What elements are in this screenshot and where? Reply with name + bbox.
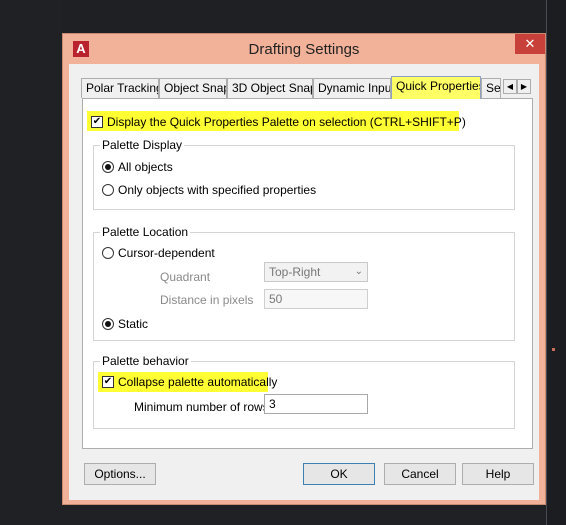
- options-button[interactable]: Options...: [84, 463, 156, 485]
- quick-properties-panel: ✔ Display the Quick Properties Palette o…: [82, 98, 533, 449]
- tab-label: Dynamic Input: [318, 81, 391, 95]
- all-objects-radio[interactable]: [102, 161, 114, 173]
- min-rows-input[interactable]: 3: [264, 394, 368, 414]
- background-bottom: [62, 505, 546, 525]
- quadrant-value: Top-Right: [269, 265, 321, 279]
- quadrant-label: Quadrant: [160, 270, 211, 284]
- tab-scroll-left-button[interactable]: ◀: [503, 79, 517, 94]
- close-icon: ✕: [524, 36, 536, 51]
- static-label: Static: [118, 317, 149, 331]
- background-marker: [552, 348, 555, 351]
- palette-behavior-title: Palette behavior: [100, 354, 191, 368]
- tab-label: Quick Properties: [396, 79, 481, 93]
- tab-label: Se: [486, 81, 501, 95]
- tab-object-snap[interactable]: Object Snap: [159, 78, 227, 98]
- collapse-checkbox[interactable]: ✔: [102, 376, 114, 388]
- tab-selection-cycling[interactable]: Se: [481, 78, 501, 98]
- display-palette-label: Display the Quick Properties Palette on …: [107, 115, 466, 129]
- tab-label: Polar Tracking: [86, 81, 159, 95]
- quadrant-select[interactable]: Top-Right ⌄: [264, 262, 368, 282]
- drafting-settings-dialog: A Drafting Settings ✕ Polar Tracking Obj…: [62, 33, 546, 505]
- collapse-label: Collapse palette automatically: [118, 375, 278, 389]
- tab-scroll-right-button[interactable]: ▶: [517, 79, 531, 94]
- ok-button[interactable]: OK: [303, 463, 375, 485]
- chevron-down-icon: ⌄: [354, 266, 363, 277]
- static-radio[interactable]: [102, 318, 114, 330]
- tab-quick-properties[interactable]: Quick Properties: [391, 76, 481, 99]
- background-right-panel: [546, 0, 566, 525]
- tab-polar-tracking[interactable]: Polar Tracking: [81, 78, 159, 98]
- checkmark-icon: ✔: [92, 116, 102, 127]
- distance-input[interactable]: 50: [264, 289, 368, 309]
- palette-location-group: Palette Location Cursor-dependent Quadra…: [93, 225, 515, 341]
- title-bar[interactable]: A Drafting Settings ✕: [63, 34, 545, 64]
- tab-dynamic-input[interactable]: Dynamic Input: [313, 78, 391, 98]
- palette-location-title: Palette Location: [100, 225, 191, 239]
- palette-behavior-group: Palette behavior ✔ Collapse palette auto…: [93, 354, 515, 429]
- dialog-client-area: Polar Tracking Object Snap 3D Object Sna…: [69, 64, 539, 500]
- tab-label: Object Snap: [164, 81, 227, 95]
- cancel-button[interactable]: Cancel: [384, 463, 456, 485]
- dialog-title: Drafting Settings: [248, 41, 360, 58]
- arrow-right-icon: ▶: [520, 82, 528, 91]
- display-palette-checkbox[interactable]: ✔: [91, 116, 103, 128]
- cursor-dependent-label: Cursor-dependent: [118, 246, 215, 260]
- specified-objects-label: Only objects with specified properties: [118, 183, 317, 197]
- background-left: [0, 0, 62, 525]
- distance-label: Distance in pixels: [160, 293, 254, 307]
- tab-strip: Polar Tracking Object Snap 3D Object Sna…: [81, 76, 531, 99]
- specified-objects-radio[interactable]: [102, 184, 114, 196]
- cursor-dependent-radio[interactable]: [102, 247, 114, 259]
- checkmark-icon: ✔: [103, 376, 113, 387]
- help-button[interactable]: Help: [462, 463, 534, 485]
- tab-3d-object-snap[interactable]: 3D Object Snap: [227, 78, 313, 98]
- min-rows-label: Minimum number of rows: [134, 400, 269, 414]
- palette-display-group: Palette Display All objects Only objects…: [93, 138, 515, 210]
- tab-label: 3D Object Snap: [232, 81, 313, 95]
- arrow-left-icon: ◀: [506, 82, 514, 91]
- palette-display-title: Palette Display: [100, 138, 185, 152]
- close-button[interactable]: ✕: [515, 34, 545, 54]
- all-objects-label: All objects: [118, 160, 173, 174]
